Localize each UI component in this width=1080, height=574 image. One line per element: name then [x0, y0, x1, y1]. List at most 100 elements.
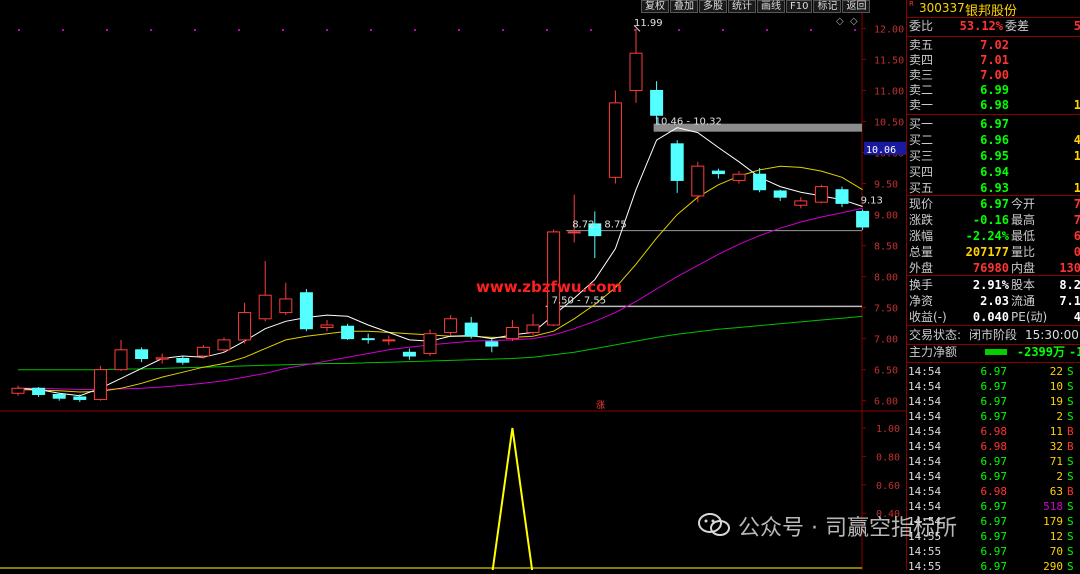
diamond-icon: ◇ — [836, 16, 844, 27]
top-dot-marker — [106, 29, 108, 31]
candle-body — [402, 351, 416, 357]
price-tick-label: 9.00 — [874, 211, 898, 222]
candle-body — [773, 190, 787, 198]
candle-body — [93, 369, 107, 400]
chart-watermark: www.zbzfwu.com — [476, 278, 622, 296]
ask-row: 卖五 7.02 — [909, 38, 1009, 52]
price-annotation: 7.50 - 7.55 — [552, 295, 607, 306]
diamond-icon: ◇ — [850, 16, 858, 27]
trade-status: 交易状态: 闭市阶段 15:30:00 — [909, 328, 1079, 342]
stock-code: 300337 — [919, 1, 965, 15]
tick-row: 14:54 6.97 22 S — [908, 365, 1074, 378]
top-dot-marker — [326, 29, 328, 31]
price-annotation: 10.46 - 10.32 — [655, 117, 722, 128]
bid-row: 买二 6.96 4 — [909, 133, 1080, 147]
main-flow-row: 主力净额 -2399万 -1 — [909, 345, 1080, 359]
candle-body — [73, 396, 87, 400]
candle-body — [711, 170, 725, 175]
candle-body — [753, 173, 767, 191]
candle-body — [258, 294, 272, 320]
candle-body — [567, 231, 581, 234]
candle-body — [52, 393, 66, 399]
toolbar-btn-draw[interactable]: 画线 — [757, 0, 785, 13]
tick-row: 14:55 6.97 290 S — [908, 560, 1074, 573]
ask-row: 卖四 7.01 — [909, 53, 1009, 67]
tick-row: 14:54 6.97 2 S — [908, 470, 1074, 483]
weibi-row: 委比 53.12% 委差 5 — [909, 19, 1080, 33]
candle-body — [279, 298, 293, 314]
top-dot-marker — [590, 29, 592, 31]
tick-row: 14:54 6.97 71 S — [908, 455, 1074, 468]
top-dot-marker — [854, 29, 856, 31]
wechat-icon — [698, 513, 730, 536]
price-tick-label: 7.50 — [874, 304, 898, 315]
tick-row: 14:54 6.98 32 B — [908, 440, 1074, 453]
toolbar-btn-overlay[interactable]: 叠加 — [670, 0, 698, 13]
candle-body — [382, 339, 396, 342]
top-dot-marker — [194, 29, 196, 31]
r-flag: R — [909, 0, 914, 8]
candle-body — [444, 318, 458, 333]
price-tick-label: 12.00 — [874, 24, 904, 35]
top-dot-marker — [150, 29, 152, 31]
candle-body — [629, 52, 643, 91]
quote-row: 涨幅 -2.24% 最低 6 — [909, 229, 1080, 243]
fund-row: 收益(-) 0.040 PE(动) 4 — [909, 310, 1080, 324]
candle-body — [114, 349, 128, 371]
candle-body — [526, 324, 540, 333]
candle-body — [299, 292, 313, 330]
candle-body — [485, 341, 499, 347]
chart-toolbar: 复权 叠加 多股 统计 画线 F10 标记 返回 — [641, 0, 871, 13]
candle-body — [691, 165, 705, 197]
candle-body — [217, 339, 231, 351]
flow-bar — [985, 349, 1007, 355]
toolbar-btn-back[interactable]: 返回 — [842, 0, 871, 13]
fund-row: 净资 2.03 流通 7.1 — [909, 294, 1080, 308]
toolbar-btn-stats[interactable]: 统计 — [728, 0, 756, 13]
price-tick-label: 10.50 — [874, 117, 904, 128]
price-annotation: 11.99 — [634, 18, 663, 29]
tick-row: 14:54 6.97 19 S — [908, 395, 1074, 408]
price-tick-label: 7.00 — [874, 335, 898, 346]
candle-body — [814, 186, 828, 203]
quote-panel: R 300337 银邦股份 委比 53.12% 委差 5 交易状态: 闭市阶段 … — [906, 0, 1080, 573]
price-tick-label: 11.00 — [874, 86, 904, 97]
candle-body — [135, 349, 149, 360]
toolbar-btn-multi[interactable]: 多股 — [699, 0, 727, 13]
indicator-spike — [491, 427, 534, 570]
signal-marker-label: 涨 — [596, 400, 605, 411]
candle-body — [794, 200, 808, 206]
candle-body — [505, 326, 519, 340]
indicator-tick-label: 0.80 — [876, 452, 900, 463]
quote-row: 涨跌 -0.16 最高 7 — [909, 213, 1080, 227]
top-dot-marker — [810, 29, 812, 31]
candle-body — [835, 189, 849, 204]
toolbar-btn-fuquan[interactable]: 复权 — [641, 0, 669, 13]
price-annotation: 8.72 - 8.75 — [572, 220, 627, 231]
tick-row: 14:54 6.97 10 S — [908, 380, 1074, 393]
ma60-line — [18, 315, 863, 371]
price-tick-label: 9.50 — [874, 180, 898, 191]
toolbar-btn-mark[interactable]: 标记 — [813, 0, 842, 13]
kline-chart[interactable]: 12.0011.5011.0010.5010.009.509.008.508.0… — [0, 0, 906, 570]
candle-body — [11, 387, 25, 394]
ask-row: 卖一 6.98 1 — [909, 98, 1080, 112]
ask-row: 卖三 7.00 — [909, 68, 1009, 82]
price-tick-label: 11.50 — [874, 55, 904, 66]
ma20-line — [18, 207, 863, 390]
indicator-tick-label: 1.00 — [876, 424, 900, 435]
quote-row: 外盘 76980 内盘 130 — [909, 261, 1080, 275]
top-dot-marker — [370, 29, 372, 31]
top-dot-marker — [546, 29, 548, 31]
fund-row: 换手 2.91% 股本 8.2 — [909, 278, 1080, 292]
candle-body — [238, 312, 252, 341]
toolbar-btn-f10[interactable]: F10 — [786, 0, 813, 13]
quote-row: 现价 6.97 今开 7 — [909, 197, 1080, 211]
price-annotation: 9.13 — [861, 195, 883, 206]
candle-body — [196, 346, 210, 357]
price-tick-label: 6.50 — [874, 366, 898, 377]
indicator-tick-label: 0.60 — [876, 481, 900, 492]
top-dot-marker — [458, 29, 460, 31]
candle-body — [670, 143, 684, 181]
candle-body — [608, 102, 622, 178]
